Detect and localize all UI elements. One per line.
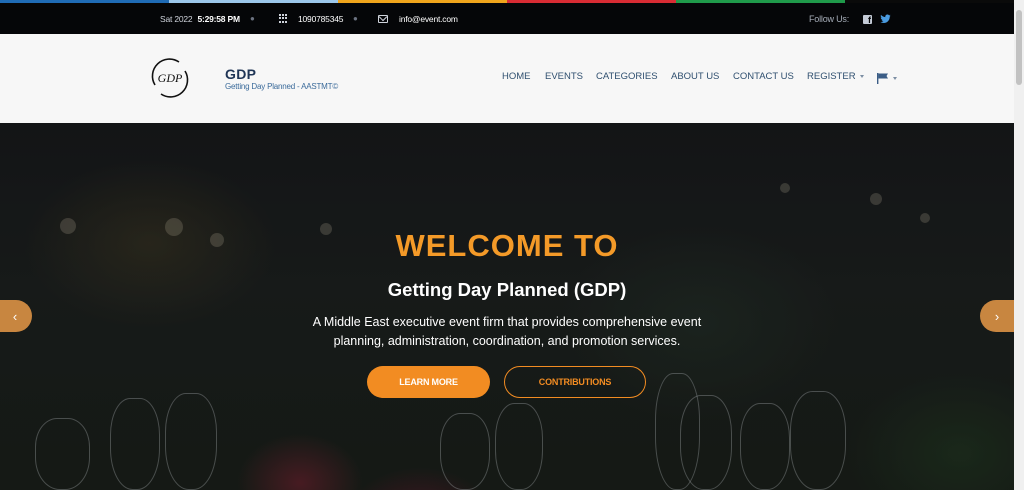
caret-down-icon	[893, 77, 897, 80]
brand-logo[interactable]: GDP	[149, 57, 191, 99]
follow-us-label: Follow Us:	[809, 13, 850, 24]
chevron-left-icon: ‹	[12, 308, 18, 324]
scrollbar-thumb[interactable]	[1016, 10, 1022, 85]
facebook-icon[interactable]	[863, 15, 872, 25]
email-address: info@event.com	[399, 13, 458, 24]
nav-categories[interactable]: CATEGORIES	[596, 71, 658, 82]
date-time: Sat 2022 5:29:58 PM	[160, 3, 240, 34]
site-header: GDP GDP Getting Day Planned - AASTMT© HO…	[0, 34, 1014, 123]
nav-register-label: REGISTER	[807, 71, 856, 82]
date-label: Sat 2022	[160, 13, 193, 24]
carousel-prev-button[interactable]: ‹	[0, 300, 32, 332]
caret-down-icon	[859, 75, 864, 78]
top-info-bar: Sat 2022 5:29:58 PM ● 1090785345 ● info@…	[0, 3, 1014, 34]
envelope-icon	[378, 14, 388, 23]
phone-number: 1090785345	[298, 13, 344, 24]
nav-contact-us[interactable]: CONTACT US	[733, 71, 794, 82]
chevron-right-icon: ›	[994, 308, 1000, 324]
hero-description: A Middle East executive event firm that …	[312, 315, 702, 348]
contributions-button[interactable]: CONTRIBUTIONS	[504, 366, 646, 398]
nav-home[interactable]: HOME	[502, 71, 531, 82]
hero-title: Getting Day Planned (GDP)	[387, 279, 627, 300]
carousel-next-button[interactable]: ›	[980, 300, 1014, 332]
logo-text: GDP	[158, 71, 183, 85]
separator-dot: ●	[353, 14, 358, 23]
twitter-icon[interactable]	[880, 14, 891, 24]
email-contact[interactable]: info@event.com	[378, 3, 458, 34]
hero-welcome: WELCOME TO	[395, 228, 619, 263]
nav-register-dropdown[interactable]: REGISTER	[807, 71, 864, 82]
time-label: 5:29:58 PM	[197, 13, 240, 24]
page-scrollbar[interactable]	[1014, 0, 1024, 490]
nav-events[interactable]: EVENTS	[545, 71, 583, 82]
phone-contact[interactable]: 1090785345	[279, 3, 343, 34]
hero-content: WELCOME TO Getting Day Planned (GDP) A M…	[0, 123, 1014, 490]
nav-about-us[interactable]: ABOUT US	[671, 71, 719, 82]
hero-banner: WELCOME TO Getting Day Planned (GDP) A M…	[0, 123, 1014, 490]
learn-more-button[interactable]: LEARN MORE	[367, 366, 490, 398]
language-dropdown[interactable]	[877, 73, 897, 84]
flag-icon	[877, 73, 888, 84]
brand-title[interactable]: GDP	[225, 66, 256, 82]
separator-dot: ●	[250, 14, 255, 23]
brand-subtitle: Getting Day Planned - AASTMT©	[225, 82, 339, 91]
logo-emblem: GDP	[151, 58, 189, 98]
keypad-icon	[279, 14, 287, 23]
